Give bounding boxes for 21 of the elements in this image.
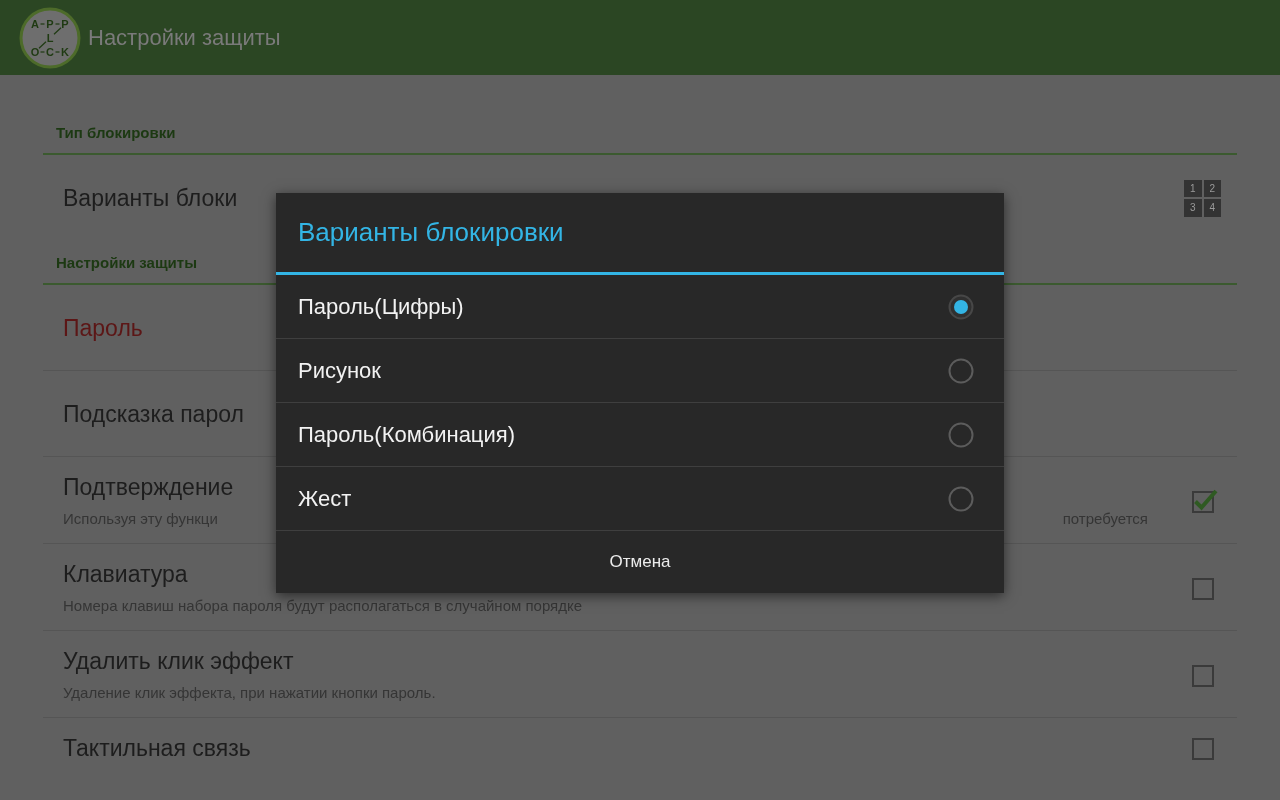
radio-button[interactable] bbox=[948, 485, 974, 512]
section-header: Тип блокировки bbox=[43, 124, 1237, 155]
radio-button[interactable] bbox=[948, 293, 974, 320]
setting-title[interactable]: Тактильная связь bbox=[63, 734, 251, 760]
setting-title[interactable]: Варианты блоки bbox=[63, 184, 238, 212]
checkbox[interactable] bbox=[1192, 487, 1218, 514]
app-title: Настройки защиты bbox=[88, 24, 281, 51]
radio-button[interactable] bbox=[948, 357, 974, 384]
option-label[interactable]: Пароль(Комбинация) bbox=[298, 421, 948, 448]
option-label[interactable]: Жест bbox=[298, 485, 948, 512]
option-label[interactable]: Рисунок bbox=[298, 357, 948, 384]
setting-title[interactable]: Удалить клик эффект bbox=[63, 647, 294, 675]
dialog-title: Варианты блокировки bbox=[276, 193, 1004, 275]
option-label[interactable]: Пароль(Цифры) bbox=[298, 293, 948, 320]
cancel-button[interactable]: Отмена bbox=[276, 531, 1004, 593]
setting-title[interactable]: Подтверждение bbox=[63, 473, 234, 501]
setting-title[interactable]: Клавиатура bbox=[63, 560, 188, 588]
app-logo: A P P L O C K bbox=[19, 6, 81, 69]
setting-title[interactable]: Подсказка парол bbox=[63, 399, 244, 428]
radio-button[interactable] bbox=[948, 421, 974, 448]
setting-title[interactable]: Пароль bbox=[63, 313, 143, 342]
